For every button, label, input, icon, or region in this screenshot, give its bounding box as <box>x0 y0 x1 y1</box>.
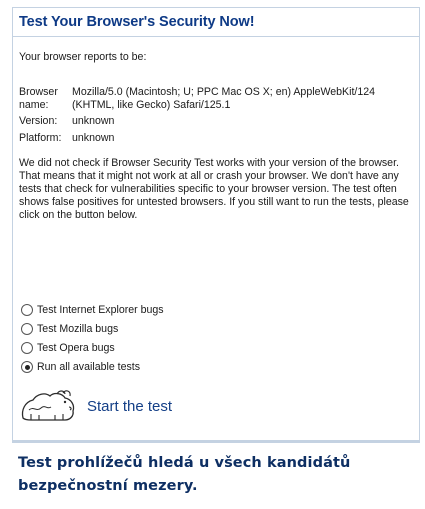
title-divider <box>13 36 419 37</box>
option-test-ie[interactable]: Test Internet Explorer bugs <box>21 303 164 317</box>
platform-label: Platform: <box>19 132 62 144</box>
page-title: Test Your Browser's Security Now! <box>19 14 255 30</box>
browser-name-value: Mozilla/5.0 (Macintosh; U; PPC Mac OS X;… <box>72 86 376 111</box>
start-test-button[interactable]: Start the test <box>19 388 172 424</box>
browser-test-panel: Test Your Browser's Security Now! Your b… <box>12 7 420 441</box>
option-label: Run all available tests <box>37 361 141 373</box>
option-test-mozilla[interactable]: Test Mozilla bugs <box>21 322 118 336</box>
version-label: Version: <box>19 115 58 127</box>
option-label: Test Opera bugs <box>37 342 115 354</box>
option-run-all[interactable]: Run all available tests <box>21 360 140 374</box>
start-test-label[interactable]: Start the test <box>87 398 172 415</box>
radio-run-all[interactable] <box>21 361 33 373</box>
version-value: unknown <box>72 115 115 127</box>
bear-logo-icon[interactable] <box>19 388 77 424</box>
option-label: Test Internet Explorer bugs <box>37 304 164 316</box>
radio-test-mozilla[interactable] <box>21 323 33 335</box>
radio-test-ie[interactable] <box>21 304 33 316</box>
option-label: Test Mozilla bugs <box>37 323 119 335</box>
figure-caption: Test prohlížečů hledá u všech kandidátů … <box>18 455 351 494</box>
platform-value: unknown <box>72 132 115 144</box>
radio-test-opera[interactable] <box>21 342 33 354</box>
intro-text: Your browser reports to be: <box>19 51 147 63</box>
compatibility-notice: We did not check if Browser Security Tes… <box>19 157 409 221</box>
option-test-opera[interactable]: Test Opera bugs <box>21 341 115 355</box>
browser-name-label: Browser name: <box>19 86 58 111</box>
caption-divider <box>12 441 420 443</box>
